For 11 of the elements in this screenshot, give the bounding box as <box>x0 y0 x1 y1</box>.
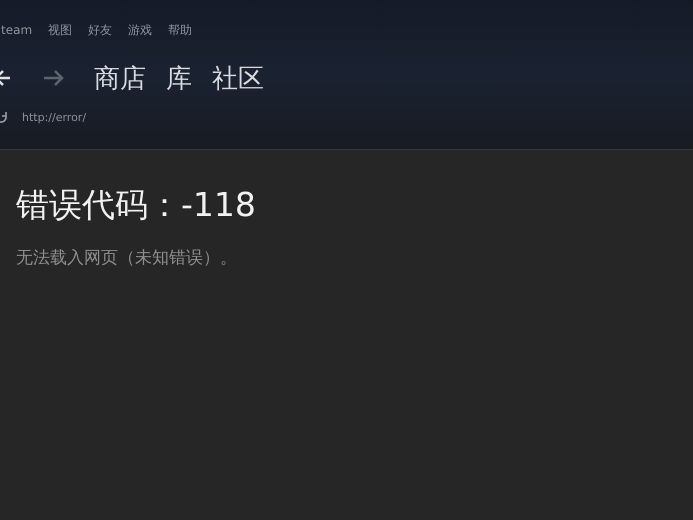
error-message: 无法载入网页（未知错误）。 <box>16 247 238 269</box>
menu-item[interactable]: 好友 <box>88 22 112 38</box>
address-field[interactable]: http://error/ <box>22 110 182 124</box>
menu-item[interactable]: 游戏 <box>128 22 152 38</box>
error-title: 错误代码：-118 <box>16 184 257 226</box>
nav-tab[interactable]: 库 <box>166 60 192 96</box>
menu-item[interactable]: 帮助 <box>168 22 192 38</box>
menu-item[interactable]: 视图 <box>48 22 72 38</box>
menu-item[interactable]: team <box>1 23 32 37</box>
nav-tab[interactable]: 商店 <box>94 60 146 96</box>
nav-tab[interactable]: 社区 <box>212 60 264 96</box>
